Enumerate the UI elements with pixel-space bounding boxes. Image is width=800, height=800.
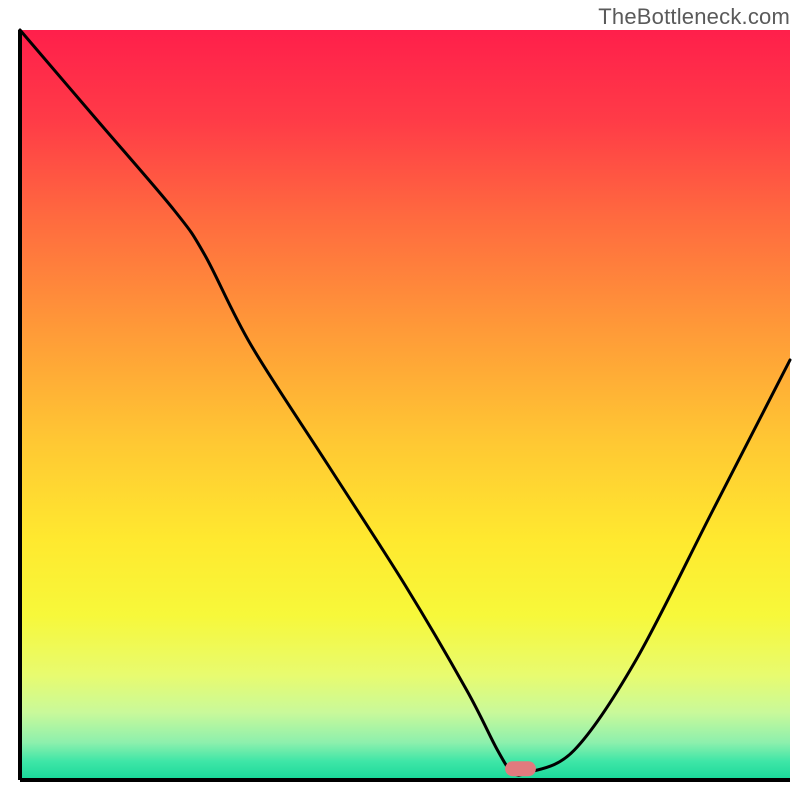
gradient-background xyxy=(20,30,790,780)
bottleneck-chart: TheBottleneck.com xyxy=(0,0,800,800)
optimal-marker xyxy=(505,761,536,776)
watermark-text: TheBottleneck.com xyxy=(598,4,790,30)
chart-svg xyxy=(0,0,800,800)
